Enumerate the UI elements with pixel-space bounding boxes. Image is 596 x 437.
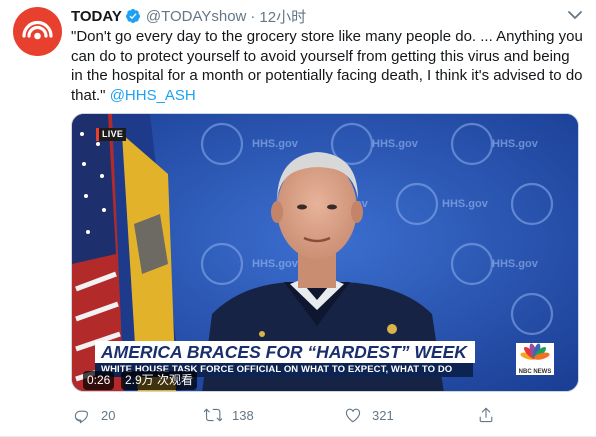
share-icon	[479, 407, 493, 423]
tweet-actions: 20 138 321	[0, 400, 596, 430]
svg-text:HHS.gov: HHS.gov	[492, 258, 539, 270]
svg-text:HHS.gov: HHS.gov	[252, 138, 299, 150]
nbc-news-logo-icon: NBC NEWS	[516, 343, 554, 375]
avatar[interactable]	[13, 7, 62, 56]
retweet-count: 138	[232, 407, 254, 423]
reply-button[interactable]: 20	[73, 400, 115, 430]
separator-dot: ·	[250, 7, 256, 25]
verified-badge-icon	[125, 9, 140, 23]
svg-text:HHS.gov: HHS.gov	[442, 198, 489, 210]
retweet-icon	[204, 408, 222, 422]
reply-count: 20	[101, 407, 116, 423]
retweet-button[interactable]: 138	[204, 400, 254, 430]
tweet-header: TODAY @TODAYshow · 12小时	[71, 6, 306, 26]
reply-icon	[74, 410, 88, 424]
nbc-news-label: NBC NEWS	[519, 369, 552, 375]
heart-icon	[345, 408, 361, 423]
tweet-text: "Don't go every day to the grocery store…	[71, 27, 583, 105]
tweet-card[interactable]: TODAY @TODAYshow · 12小时 "Don't go every …	[0, 0, 596, 437]
video-duration: 0:26	[83, 371, 115, 390]
svg-text:HHS.gov: HHS.gov	[492, 138, 539, 150]
live-badge: LIVE	[96, 128, 127, 141]
mention-link[interactable]: @HHS_ASH	[110, 87, 196, 104]
video-player[interactable]: HHS.gov HHS.gov HHS.gov HHS.gov HHS.gov …	[71, 113, 579, 392]
user-handle[interactable]: @TODAYshow	[146, 8, 247, 25]
peacock-sunrise-logo-icon	[22, 20, 53, 40]
like-count: 321	[372, 407, 394, 423]
view-count: 2.9万 次观看	[121, 371, 198, 390]
timestamp[interactable]: 12小时	[259, 6, 306, 27]
svg-text:HHS.gov: HHS.gov	[372, 138, 419, 150]
svg-text:HHS.gov: HHS.gov	[252, 258, 299, 270]
chyron-headline: AMERICA BRACES FOR “HARDEST” WEEK	[95, 341, 475, 363]
display-name[interactable]: TODAY	[71, 8, 122, 25]
chevron-down-icon[interactable]	[566, 8, 584, 22]
like-button[interactable]: 321	[344, 400, 394, 430]
share-button[interactable]	[477, 400, 505, 430]
